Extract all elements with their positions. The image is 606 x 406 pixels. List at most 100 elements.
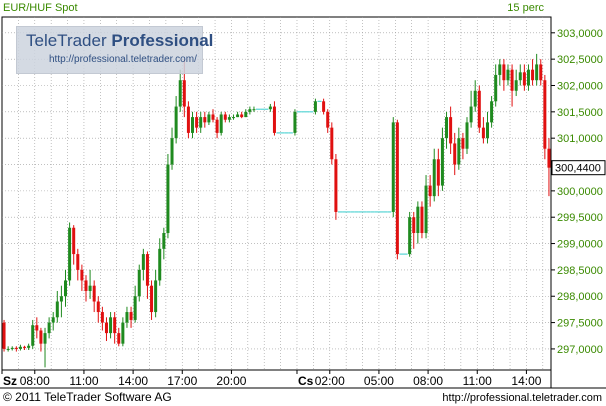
candle [80,264,84,291]
candle [223,111,227,123]
candle-body [326,111,330,128]
candle-body [170,138,174,165]
candle [248,106,252,115]
candle [510,64,514,107]
candle [449,106,453,154]
brand-name-plain: TeleTrader [26,31,112,50]
candle [428,175,432,207]
y-tick-label: 302,5000 [557,54,603,66]
candle-body [72,227,76,255]
candle-body [240,114,244,118]
candle [506,64,510,86]
candle-body [125,312,129,323]
brand-url: http://professional.teletrader.com/ [49,54,197,65]
candle [293,109,297,136]
candle [436,148,440,197]
candle-body [440,138,444,186]
candle [485,111,489,144]
candle [125,306,129,328]
candle-body [477,90,481,128]
candle [408,211,412,257]
candle [18,344,22,351]
x-tick-label: 14:00 [511,374,541,388]
candle-body [543,80,547,149]
candle-body [154,280,158,313]
candle [35,317,39,339]
candle [424,175,428,239]
candle-body [35,325,39,331]
candle [412,211,416,249]
candle-body [547,148,551,168]
y-tick-label: 298,5000 [557,265,603,277]
candle [268,103,272,112]
candle [203,111,207,128]
candle-body [469,106,473,123]
candle-body [391,122,395,212]
candle [141,248,145,281]
candle-body [6,348,10,350]
y-tick-label: 302,0000 [557,80,603,92]
candle [514,69,518,97]
candle-body [162,233,166,249]
candle-body [18,346,22,349]
candle-body [150,285,154,313]
symbol-label: EUR/HUF Spot [3,2,78,14]
brand-name: TeleTrader Professional [26,31,213,51]
candle [502,59,506,91]
candle-body [207,114,211,123]
candle [39,327,43,352]
candle-body [191,117,195,133]
x-tick-label: Cs [298,374,314,388]
candle-body [64,280,68,297]
y-tick-label: 301,5000 [557,107,603,119]
candle [133,285,137,323]
candle [420,201,424,239]
candle-body [502,64,506,81]
candle [59,285,63,318]
candle [539,59,543,86]
candle-body [178,80,182,107]
copyright-text: © 2011 TeleTrader Software AG [3,390,172,404]
candle-body [182,80,186,107]
candle-body [215,119,219,133]
candle [391,117,395,218]
candle [76,248,80,281]
brand-watermark: TeleTrader Professional http://professio… [16,26,213,74]
x-axis: Sz 08:00 11:00 14:00 17:00 20:00 Cs 02:00 05:00 0… [0,370,606,389]
y-tick-label: 299,5000 [557,212,603,224]
candle-body [334,159,338,212]
candle [100,306,104,331]
candle [186,101,190,139]
candle-body [219,114,223,133]
candle-body [2,322,6,349]
candle-body [96,301,100,313]
y-tick-label: 300,0000 [557,186,603,198]
candle-body [424,185,428,234]
candle-body [518,72,522,81]
candle-body [14,347,18,349]
candle-body [129,312,133,320]
candle-body [141,254,145,270]
candle [113,312,117,344]
candle-body [490,101,494,123]
y-tick-label: 301,0000 [557,133,603,145]
candle-body [432,159,436,197]
candle-body [522,72,526,86]
footer-link[interactable]: http://professional.teletrader.com [442,392,602,404]
candle [207,111,211,126]
candle [145,251,149,299]
candle [68,222,72,286]
candle-body [244,111,248,118]
candle [158,238,162,286]
candle [104,317,108,342]
x-tick-label: 08:00 [20,374,50,388]
candle-body [526,69,530,86]
candle [440,127,444,191]
candle-body [252,109,256,111]
candle [272,101,276,136]
candle-body [412,217,416,234]
candle-body [55,301,59,318]
candle [526,64,530,91]
x-tick-label: 14:00 [118,374,148,388]
candle-body [80,269,84,281]
